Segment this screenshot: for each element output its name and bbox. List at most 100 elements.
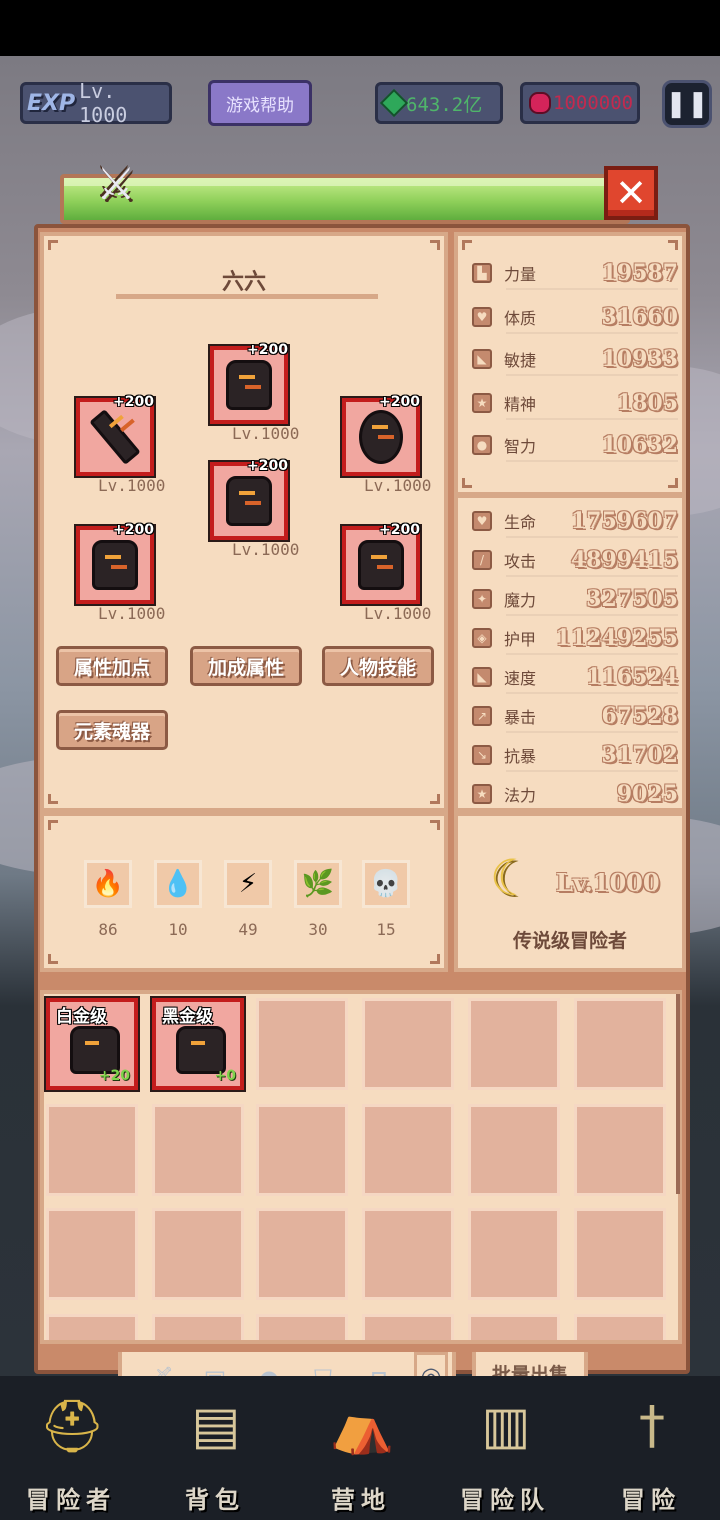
pause-button[interactable]: ❚❚ [662, 80, 712, 128]
inventory-grid[interactable]: 白金级 +20 黑金级 +0 [40, 990, 682, 1344]
inventory-slot[interactable] [468, 1208, 560, 1300]
gem-amount: 643.2亿 [406, 93, 483, 116]
item-grade: 黑金级 [162, 1007, 213, 1027]
inventory-slot[interactable] [362, 1208, 454, 1300]
equip-level: Lv.1000 [232, 424, 300, 443]
shield-icon [359, 410, 403, 464]
stat-row: / 攻击 4899415 [472, 545, 678, 577]
stat-label: 力量 [504, 265, 537, 284]
stat-row: ● 智力 10632 [472, 430, 678, 462]
inventory-slot[interactable] [362, 1314, 454, 1340]
equip-slot-armor[interactable]: +200 [208, 458, 290, 542]
character-skills-button[interactable]: 人物技能 [322, 646, 434, 686]
nav-adventurer[interactable]: ⛑ 冒险者 [6, 1390, 136, 1520]
inventory-slot[interactable] [256, 1314, 348, 1340]
equip-slot-helmet[interactable]: +200 [208, 342, 290, 426]
camp-icon: ⛺ [329, 1396, 395, 1457]
wand-icon: ✦ [472, 589, 492, 609]
inventory-slot[interactable] [362, 998, 454, 1090]
game-help-button[interactable]: 游戏帮助 [208, 80, 312, 126]
stat-value: 19587 [601, 260, 678, 286]
stat-row: ★ 法力 9025 [472, 779, 678, 809]
nav-label: 冒险队 [460, 1486, 550, 1514]
stat-label: 法力 [504, 786, 537, 805]
inventory-item[interactable]: 白金级 +20 [44, 996, 140, 1092]
item-grade: 白金级 [56, 1007, 107, 1027]
inventory-slot[interactable] [152, 1208, 244, 1300]
close-button[interactable]: ✕ [604, 166, 658, 220]
heart-icon: ♥ [472, 511, 492, 531]
stat-label: 生命 [504, 513, 537, 532]
name-divider [116, 294, 378, 299]
inventory-slot[interactable] [468, 1314, 560, 1340]
title-rank: 传说级冒险者 [512, 930, 627, 952]
stat-label: 护甲 [504, 630, 537, 649]
fire-icon[interactable]: 🔥 [84, 860, 132, 908]
equip-level: Lv.1000 [364, 476, 432, 495]
equip-slot-accessory[interactable]: +200 [340, 522, 422, 606]
sword-icon: / [472, 550, 492, 570]
equip-slot-weapon[interactable]: +200 [74, 394, 156, 478]
ruby-currency[interactable]: 1000000 [520, 82, 640, 124]
inventory-slot[interactable] [256, 1208, 348, 1300]
pause-icon: ❚❚ [665, 89, 709, 119]
nav-label: 冒险 [621, 1486, 681, 1514]
inventory-scrollbar[interactable] [676, 994, 680, 1194]
leaf-icon[interactable]: 🌿 [294, 860, 342, 908]
crossed-swords-icon: ⚔ [96, 158, 136, 210]
stat-label: 智力 [504, 437, 537, 456]
nav-adventure[interactable]: † 冒险 [586, 1390, 716, 1520]
title-level: Lv.1000 [556, 868, 660, 897]
lightning-icon[interactable]: ⚡ [224, 860, 272, 908]
legendary-emblem-icon: ☾ [489, 849, 535, 907]
boot-icon: ◣ [472, 667, 492, 687]
element-panel: 🔥 86 💧 10 ⚡ 49 🌿 30 💀 15 [40, 812, 448, 972]
inventory-slot[interactable] [152, 1104, 244, 1196]
inventory-item[interactable]: 黑金级 +0 [150, 996, 246, 1092]
gem-currency[interactable]: 643.2亿 [375, 82, 503, 124]
stat-row: ↘ 抗暴 31702 [472, 740, 678, 772]
element-soul-button[interactable]: 元素魂器 [56, 710, 168, 750]
ruby-amount: 1000000 [553, 92, 634, 114]
stat-row: ↗ 暴击 67528 [472, 701, 678, 733]
inventory-slot[interactable] [468, 998, 560, 1090]
inventory-slot[interactable] [574, 1314, 666, 1340]
death-count: 15 [376, 920, 396, 939]
armor-icon [176, 1026, 226, 1074]
inventory-slot[interactable] [256, 1104, 348, 1196]
nav-party[interactable]: ▥ 冒险队 [440, 1390, 570, 1520]
nav-camp[interactable]: ⛺ 营地 [296, 1390, 426, 1520]
nav-backpack[interactable]: ▤ 背包 [150, 1390, 280, 1520]
skull-icon[interactable]: 💀 [362, 860, 410, 908]
equip-slot-gloves[interactable]: +200 [74, 522, 156, 606]
attribute-points-button[interactable]: 属性加点 [56, 646, 168, 686]
stat-row: ♥ 体质 31660 [472, 302, 678, 334]
bonus-attributes-button[interactable]: 加成属性 [190, 646, 302, 686]
stat-label: 速度 [504, 669, 537, 688]
star-icon: ★ [472, 393, 492, 413]
inventory-slot[interactable] [46, 1314, 138, 1340]
stat-value: 31702 [601, 742, 678, 768]
equipment-panel: 六六 +200 Lv.1000 +200 Lv.1000 +200 Lv.100… [40, 232, 448, 812]
inventory-slot[interactable] [362, 1104, 454, 1196]
inventory-slot[interactable] [468, 1104, 560, 1196]
inventory-slot[interactable] [46, 1104, 138, 1196]
water-drop-icon[interactable]: 💧 [154, 860, 202, 908]
stat-label: 精神 [504, 395, 537, 414]
inventory-slot[interactable] [256, 998, 348, 1090]
inventory-slot[interactable] [46, 1208, 138, 1300]
equip-slot-shield[interactable]: +200 [340, 394, 422, 478]
enhance-level: +200 [247, 458, 288, 474]
cloak-icon [358, 540, 404, 590]
enhance-level: +200 [247, 342, 288, 358]
inventory-slot[interactable] [574, 1208, 666, 1300]
inventory-slot[interactable] [152, 1314, 244, 1340]
stat-label: 魔力 [504, 591, 537, 610]
inventory-slot[interactable] [574, 998, 666, 1090]
inventory-slot[interactable] [574, 1104, 666, 1196]
close-icon: ✕ [615, 171, 647, 215]
nav-label: 营地 [331, 1486, 391, 1514]
lightning-count: 49 [238, 920, 258, 939]
stat-value: 1759607 [570, 508, 678, 534]
enhance-level: +200 [379, 522, 420, 538]
